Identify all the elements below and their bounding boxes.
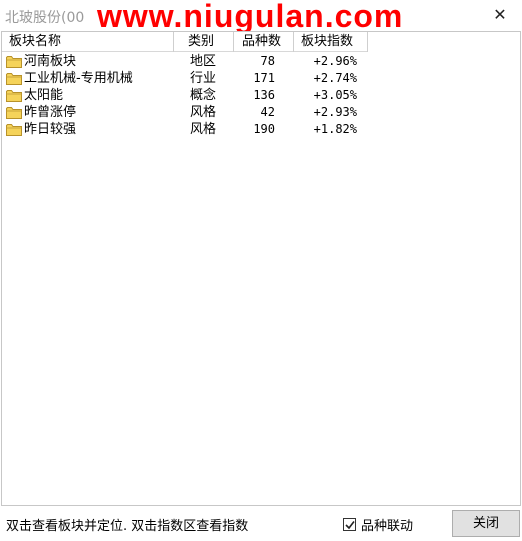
folder-icon: [6, 90, 22, 102]
row-name: 河南板块: [24, 54, 77, 69]
row-type: 概念: [190, 88, 217, 103]
watermark-logo: www.niugulan.com: [97, 0, 404, 34]
link-checkbox[interactable]: [343, 518, 356, 531]
row-type: 行业: [190, 71, 217, 86]
row-name-cell: 昨曾涨停: [2, 104, 174, 121]
table-row[interactable]: 昨日较强 风格 190 +1.82%: [2, 121, 520, 138]
column-header-name[interactable]: 板块名称: [2, 32, 174, 52]
row-name: 昨曾涨停: [24, 105, 77, 120]
row-count: 171: [253, 71, 275, 85]
row-index: +2.96%: [313, 54, 357, 68]
row-name: 昨日较强: [24, 122, 77, 137]
row-name: 太阳能: [24, 88, 64, 103]
block-list[interactable]: 板块名称 类别 品种数 板块指数 河南板块 地区 78 +2.96% 工业机械-…: [1, 31, 521, 506]
row-name-cell: 河南板块: [2, 53, 174, 70]
folder-icon: [6, 107, 22, 119]
window-close-icon[interactable]: ✕: [490, 5, 510, 25]
table-row[interactable]: 昨曾涨停 风格 42 +2.93%: [2, 104, 520, 121]
table-row[interactable]: 工业机械-专用机械 行业 171 +2.74%: [2, 70, 520, 87]
row-index: +2.93%: [313, 105, 357, 119]
row-type: 风格: [190, 122, 217, 137]
column-header-count[interactable]: 品种数: [234, 32, 294, 52]
row-count: 42: [260, 105, 275, 119]
table-row[interactable]: 太阳能 概念 136 +3.05%: [2, 87, 520, 104]
window-title: 北玻股份(00: [5, 10, 85, 26]
row-count: 136: [253, 88, 275, 102]
list-rows: 河南板块 地区 78 +2.96% 工业机械-专用机械 行业 171 +2.74…: [2, 53, 520, 138]
row-name: 工业机械-专用机械: [24, 71, 133, 86]
hint-text: 双击查看板块并定位. 双击指数区查看指数: [6, 519, 249, 534]
column-header-index[interactable]: 板块指数: [294, 32, 368, 52]
row-type: 风格: [190, 105, 217, 120]
row-name-cell: 工业机械-专用机械: [2, 70, 174, 87]
row-index: +2.74%: [313, 71, 357, 85]
folder-icon: [6, 73, 22, 85]
folder-icon: [6, 56, 22, 68]
link-toggle[interactable]: 品种联动: [343, 515, 413, 534]
list-header: 板块名称 类别 品种数 板块指数: [2, 32, 368, 52]
table-row[interactable]: 河南板块 地区 78 +2.96%: [2, 53, 520, 70]
link-checkbox-label: 品种联动: [361, 519, 414, 534]
row-index: +3.05%: [313, 88, 357, 102]
close-button[interactable]: 关闭: [452, 510, 520, 537]
title-bar: 北玻股份(00 www.niugulan.com ✕: [0, 0, 522, 34]
row-type: 地区: [190, 54, 217, 69]
folder-icon: [6, 124, 22, 136]
row-count: 190: [253, 122, 275, 136]
row-name-cell: 太阳能: [2, 87, 174, 104]
row-count: 78: [260, 54, 275, 68]
column-header-type[interactable]: 类别: [174, 32, 234, 52]
checkmark-icon: [344, 520, 355, 529]
row-name-cell: 昨日较强: [2, 121, 174, 138]
status-bar: 双击查看板块并定位. 双击指数区查看指数 品种联动 关闭: [0, 507, 522, 541]
row-index: +1.82%: [313, 122, 357, 136]
